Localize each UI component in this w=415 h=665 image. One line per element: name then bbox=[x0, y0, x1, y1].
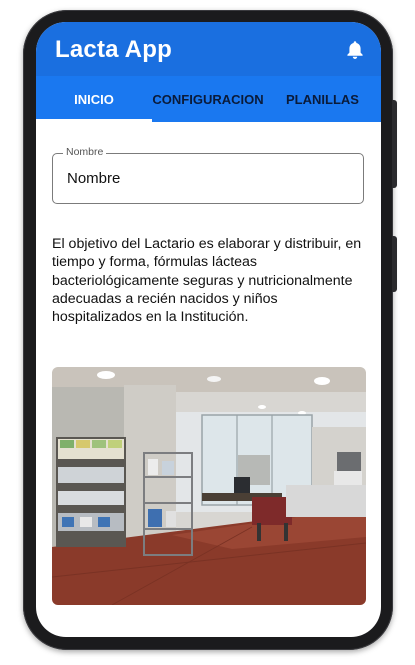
lactario-photo bbox=[52, 367, 366, 605]
name-field: Nombre bbox=[52, 146, 364, 204]
name-field-label: Nombre bbox=[63, 146, 107, 158]
lactario-room-image bbox=[52, 367, 366, 605]
name-input[interactable] bbox=[67, 170, 347, 187]
page: Lacta App INICIO CONFIGURACION PLANILLAS… bbox=[0, 0, 415, 665]
lactario-description: El objetivo del Lactario es elaborar y d… bbox=[52, 236, 362, 326]
app-title: Lacta App bbox=[55, 36, 172, 63]
tab-configuracion[interactable]: CONFIGURACION bbox=[152, 76, 264, 122]
tab-planillas-label: PLANILLAS bbox=[286, 91, 359, 107]
phone-screen: Lacta App INICIO CONFIGURACION PLANILLAS… bbox=[36, 22, 381, 637]
volume-button bbox=[392, 100, 397, 188]
tab-selected-indicator bbox=[36, 119, 152, 122]
power-button bbox=[392, 236, 397, 292]
tab-inicio[interactable]: INICIO bbox=[36, 76, 152, 122]
tab-configuracion-label: CONFIGURACION bbox=[152, 91, 264, 107]
app-bar: Lacta App bbox=[36, 22, 381, 76]
tab-bar: INICIO CONFIGURACION PLANILLAS bbox=[36, 76, 381, 122]
bell-icon[interactable] bbox=[346, 40, 364, 60]
tab-inicio-label: INICIO bbox=[74, 91, 114, 107]
tab-planillas[interactable]: PLANILLAS bbox=[264, 76, 381, 122]
